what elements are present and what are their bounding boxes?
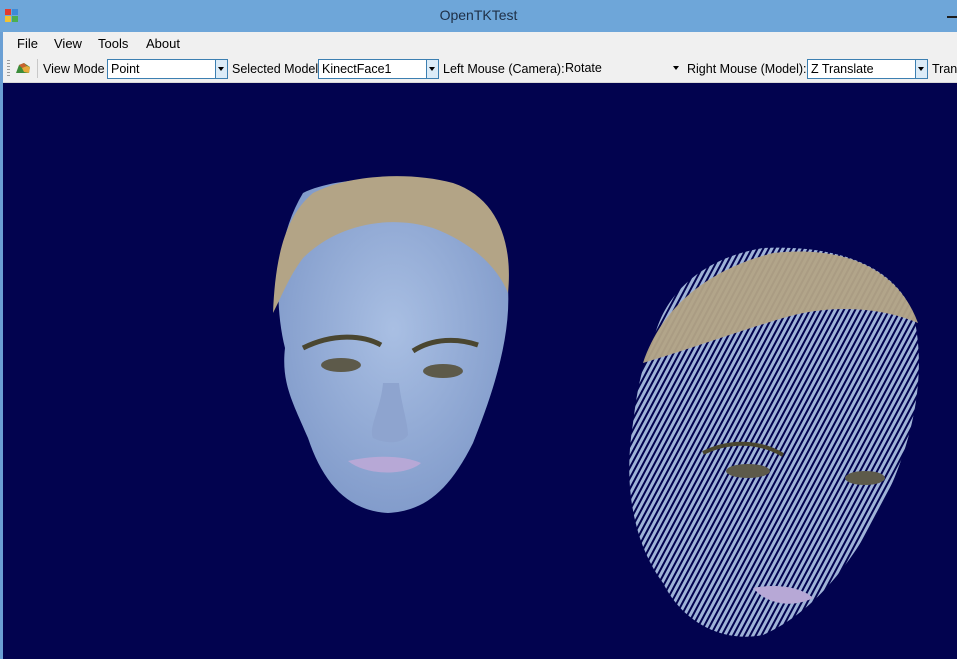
face-model-1 <box>273 176 509 513</box>
model-icon[interactable] <box>15 62 31 74</box>
chevron-down-icon[interactable] <box>215 60 227 78</box>
point-cloud-render <box>273 176 919 637</box>
3d-viewport[interactable] <box>3 83 957 659</box>
toolbar-grip[interactable] <box>7 60 10 76</box>
toolbar-separator <box>37 59 38 78</box>
right-mouse-select[interactable]: Z Translate <box>807 59 928 79</box>
title-bar[interactable]: OpenTKTest <box>0 0 957 32</box>
left-mouse-value: Rotate <box>565 61 602 75</box>
window-title: OpenTKTest <box>439 7 518 23</box>
toolbar: View Mode Point Selected Model KinectFac… <box>3 55 957 83</box>
view-mode-label: View Mode <box>43 62 105 76</box>
minimize-icon[interactable] <box>945 8 957 22</box>
menu-tools[interactable]: Tools <box>96 36 130 51</box>
right-mouse-label: Right Mouse (Model): <box>687 62 807 76</box>
menu-view[interactable]: View <box>52 36 84 51</box>
chevron-down-icon[interactable] <box>426 60 438 78</box>
face-model-2 <box>629 247 919 637</box>
selected-model-value: KinectFace1 <box>322 62 392 76</box>
toolbar-overflow-label: Trans <box>932 62 957 76</box>
view-mode-value: Point <box>111 62 140 76</box>
right-mouse-value: Z Translate <box>811 62 874 76</box>
chevron-down-icon[interactable] <box>671 59 680 77</box>
selected-model-label: Selected Model <box>232 62 319 76</box>
menu-about[interactable]: About <box>144 36 182 51</box>
menu-file[interactable]: File <box>15 36 40 51</box>
menu-bar: File View Tools About <box>3 32 957 55</box>
view-mode-select[interactable]: Point <box>107 59 228 79</box>
left-mouse-select[interactable]: Rotate <box>562 59 683 79</box>
selected-model-select[interactable]: KinectFace1 <box>318 59 439 79</box>
chevron-down-icon[interactable] <box>915 60 927 78</box>
left-mouse-label: Left Mouse (Camera): <box>443 62 565 76</box>
